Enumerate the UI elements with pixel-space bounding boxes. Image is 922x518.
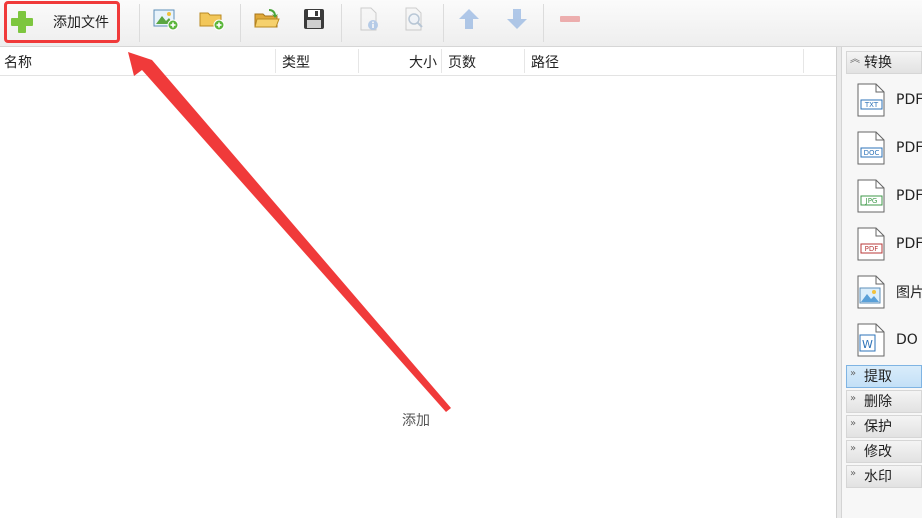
- file-list[interactable]: [0, 76, 836, 518]
- group-header-protect[interactable]: » 保护: [846, 415, 922, 438]
- add-image-button[interactable]: [152, 4, 180, 34]
- chevron-expand-icon: »: [850, 368, 857, 379]
- svg-text:PDF: PDF: [865, 245, 879, 253]
- convert-item-pdf-to-doc[interactable]: DOC PDF: [856, 130, 922, 166]
- column-header-path[interactable]: 路径: [527, 47, 803, 75]
- column-header-pages[interactable]: 页数: [444, 47, 524, 75]
- convert-item-pdf-to-txt[interactable]: TXT PDF: [856, 82, 922, 118]
- arrow-down-icon: [507, 9, 527, 29]
- add-file-button[interactable]: 添加文件: [4, 1, 120, 43]
- group-header-convert[interactable]: ︽ 转换: [846, 51, 922, 74]
- add-file-label: 添加文件: [53, 15, 109, 31]
- doc-file-icon: DOC: [857, 131, 885, 165]
- toolbar: 添加文件: [0, 0, 922, 47]
- remove-button[interactable]: [557, 4, 583, 34]
- column-divider[interactable]: [441, 49, 442, 73]
- chevron-expand-icon: »: [850, 393, 857, 404]
- convert-item-doc-word[interactable]: W DO: [856, 322, 922, 358]
- chevron-expand-icon: »: [850, 443, 857, 454]
- open-button[interactable]: [252, 4, 282, 34]
- toolbar-separator: [139, 4, 140, 42]
- txt-file-icon: TXT: [857, 83, 885, 117]
- preview-button[interactable]: [402, 4, 428, 34]
- chevron-expand-icon: »: [850, 418, 857, 429]
- add-folder-icon: [199, 12, 225, 31]
- convert-item-pdf-to-jpg[interactable]: JPG PDF: [856, 178, 922, 214]
- svg-text:TXT: TXT: [864, 101, 879, 109]
- toolbar-separator: [443, 4, 444, 42]
- empty-list-hint: 添加: [402, 413, 430, 429]
- toolbar-separator: [341, 4, 342, 42]
- svg-text:W: W: [862, 338, 873, 351]
- group-header-watermark[interactable]: » 水印: [846, 465, 922, 488]
- column-divider[interactable]: [275, 49, 276, 73]
- file-info-button[interactable]: [356, 4, 382, 34]
- group-header-delete[interactable]: » 删除: [846, 390, 922, 413]
- open-folder-icon: [254, 9, 280, 28]
- move-down-button[interactable]: [504, 4, 530, 34]
- column-divider[interactable]: [803, 49, 804, 73]
- convert-item-image[interactable]: 图片: [856, 274, 922, 310]
- save-button[interactable]: [300, 4, 328, 34]
- move-up-button[interactable]: [456, 4, 482, 34]
- file-table-header: 名称 类型 大小 页数 路径: [0, 47, 836, 76]
- toolbar-separator: [240, 4, 241, 42]
- minus-icon: [560, 16, 580, 22]
- file-info-icon: [360, 7, 378, 31]
- group-header-modify[interactable]: » 修改: [846, 440, 922, 463]
- chevron-expand-icon: »: [850, 468, 857, 479]
- save-icon: [304, 9, 324, 29]
- preview-magnifier-icon: [405, 7, 423, 31]
- svg-text:DOC: DOC: [864, 149, 880, 157]
- column-divider[interactable]: [524, 49, 525, 73]
- operations-panel: ︽ 转换 TXT PDF DOC PDF JPG PDF PDF PDF 图片 …: [842, 47, 922, 518]
- word-file-icon: W: [857, 323, 885, 357]
- jpg-file-icon: JPG: [857, 179, 885, 213]
- add-folder-button[interactable]: [198, 4, 226, 34]
- chevron-collapse-icon: ︽: [850, 54, 860, 65]
- add-image-icon: [153, 9, 179, 31]
- group-header-extract[interactable]: » 提取: [846, 365, 922, 388]
- column-header-size[interactable]: 大小: [359, 47, 441, 75]
- arrow-up-icon: [459, 9, 479, 29]
- convert-item-pdf-to-pdf[interactable]: PDF PDF: [856, 226, 922, 262]
- svg-text:JPG: JPG: [865, 197, 878, 205]
- column-header-name[interactable]: 名称: [0, 47, 275, 75]
- image-file-icon: [857, 275, 885, 309]
- plus-icon: [11, 11, 33, 33]
- pdf-file-icon: PDF: [857, 227, 885, 261]
- toolbar-separator: [543, 4, 544, 42]
- column-header-type[interactable]: 类型: [278, 47, 358, 75]
